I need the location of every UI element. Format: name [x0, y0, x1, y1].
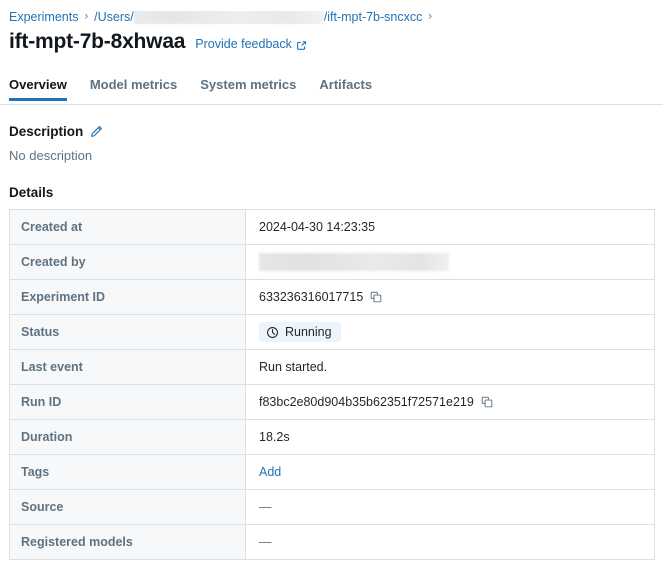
- details-section: Details Created at 2024-04-30 14:23:35 C…: [0, 185, 663, 560]
- provide-feedback-link[interactable]: Provide feedback: [195, 37, 307, 51]
- tab-model-metrics[interactable]: Model metrics: [90, 77, 177, 100]
- external-link-icon: [296, 40, 307, 51]
- copy-icon[interactable]: [481, 396, 493, 408]
- status-badge-label: Running: [285, 325, 332, 339]
- row-label-status: Status: [10, 315, 246, 349]
- row-value-last-event: Run started.: [246, 350, 654, 384]
- tab-system-metrics[interactable]: System metrics: [200, 77, 296, 100]
- copy-icon[interactable]: [370, 291, 382, 303]
- tab-artifacts[interactable]: Artifacts: [319, 77, 372, 100]
- row-label-last-event: Last event: [10, 350, 246, 384]
- tab-overview[interactable]: Overview: [9, 77, 67, 101]
- redacted-username: [133, 10, 324, 24]
- details-heading: Details: [9, 185, 54, 200]
- table-row: Created by: [10, 245, 654, 280]
- description-header: Description: [9, 124, 663, 139]
- table-row: Status Running: [10, 315, 654, 350]
- details-table: Created at 2024-04-30 14:23:35 Created b…: [9, 209, 655, 560]
- table-row: Experiment ID 633236316017715: [10, 280, 654, 315]
- breadcrumb-path-prefix: /Users/: [94, 10, 134, 24]
- row-label-tags: Tags: [10, 455, 246, 489]
- row-value-experiment-id: 633236316017715: [246, 280, 654, 314]
- experiment-id-text: 633236316017715: [259, 290, 364, 304]
- description-body: No description: [9, 148, 93, 163]
- clock-icon: [266, 326, 279, 339]
- table-row: Run ID f83bc2e80d904b35b62351f72571e219: [10, 385, 654, 420]
- row-label-experiment-id: Experiment ID: [10, 280, 246, 314]
- row-value-created-by: [246, 245, 654, 279]
- description-heading: Description: [9, 124, 84, 139]
- row-value-created-at: 2024-04-30 14:23:35: [246, 210, 654, 244]
- row-label-registered-models: Registered models: [10, 525, 246, 559]
- row-value-run-id: f83bc2e80d904b35b62351f72571e219: [246, 385, 654, 419]
- table-row: Duration 18.2s: [10, 420, 654, 455]
- row-label-source: Source: [10, 490, 246, 524]
- status-badge: Running: [259, 322, 341, 342]
- tab-bar: Overview Model metrics System metrics Ar…: [0, 77, 663, 105]
- row-label-created-by: Created by: [10, 245, 246, 279]
- table-row: Tags Add: [10, 455, 654, 490]
- add-tag-link[interactable]: Add: [259, 465, 281, 479]
- row-value-tags: Add: [246, 455, 654, 489]
- table-row: Created at 2024-04-30 14:23:35: [10, 210, 654, 245]
- row-value-source: —: [246, 490, 654, 524]
- page-title: ift-mpt-7b-8xhwaa: [9, 30, 186, 53]
- breadcrumb-path[interactable]: /Users/ /ift-mpt-7b-sncxcc: [94, 9, 422, 25]
- run-id-text: f83bc2e80d904b35b62351f72571e219: [259, 395, 474, 409]
- row-value-registered-models: —: [246, 525, 654, 559]
- row-label-created-at: Created at: [10, 210, 246, 244]
- table-row: Last event Run started.: [10, 350, 654, 385]
- description-section: Description No description: [0, 124, 663, 163]
- table-row: Registered models —: [10, 525, 654, 560]
- breadcrumb-separator-1: ›: [84, 10, 89, 23]
- row-value-duration: 18.2s: [246, 420, 654, 454]
- breadcrumb: Experiments › /Users/ /ift-mpt-7b-sncxcc…: [0, 0, 663, 25]
- redacted-created-by: [259, 253, 449, 271]
- row-value-status: Running: [246, 315, 654, 349]
- breadcrumb-separator-2: ›: [428, 10, 433, 23]
- title-row: ift-mpt-7b-8xhwaa Provide feedback: [0, 25, 663, 54]
- pencil-icon[interactable]: [90, 125, 103, 138]
- breadcrumb-experiments-link[interactable]: Experiments: [9, 9, 78, 25]
- breadcrumb-path-suffix: /ift-mpt-7b-sncxcc: [323, 10, 423, 24]
- row-label-duration: Duration: [10, 420, 246, 454]
- provide-feedback-label: Provide feedback: [195, 37, 292, 51]
- table-row: Source —: [10, 490, 654, 525]
- row-label-run-id: Run ID: [10, 385, 246, 419]
